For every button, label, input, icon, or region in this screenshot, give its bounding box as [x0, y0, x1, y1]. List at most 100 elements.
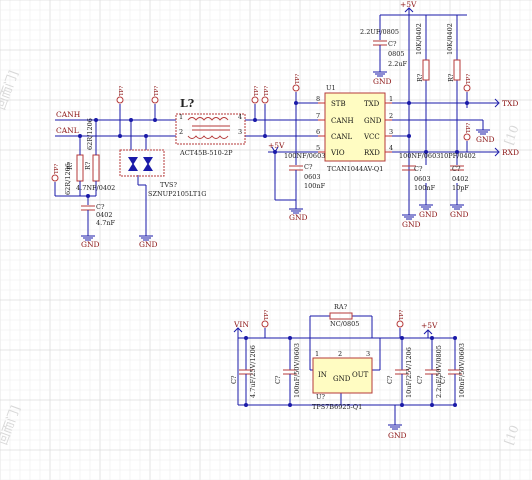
svg-text:ACT45B-510-2P: ACT45B-510-2P: [179, 149, 233, 157]
svg-text:5: 5: [316, 144, 320, 152]
svg-text:4: 4: [238, 113, 242, 121]
svg-text:100NF/0603: 100NF/0603: [399, 152, 440, 160]
p5v-power-bottom: +5V: [421, 321, 438, 335]
svg-text:0603: 0603: [414, 175, 431, 183]
svg-text:TXD: TXD: [364, 100, 380, 108]
test-point-label: TP?: [119, 86, 125, 96]
svg-text:4.7nF: 4.7nF: [96, 219, 116, 227]
svg-text:TVS?: TVS?: [160, 181, 177, 189]
svg-text:6: 6: [316, 128, 320, 136]
svg-text:U1: U1: [326, 84, 336, 92]
capacitor-split-4n7[interactable]: 4.7NF/0402 C? 0402 4.7nF: [76, 184, 116, 227]
svg-text:0805: 0805: [388, 50, 405, 58]
test-point-10[interactable]: TP?: [396, 310, 405, 328]
canl-net-label: CANL: [56, 126, 79, 135]
svg-text:NC/0805: NC/0805: [330, 320, 359, 328]
svg-text:VIO: VIO: [330, 149, 345, 157]
svg-text:1: 1: [315, 350, 319, 358]
gnd-symbol-rxd-b: GND: [450, 204, 469, 219]
gnd-symbol-vcc: GND: [402, 214, 421, 229]
capacitor-bottom-5[interactable]: C? 100nF/50V/0603: [439, 336, 466, 407]
u7-ldo-regulator[interactable]: IN GND OUT 1 2 3 U? TPS7B6925-Q1: [312, 350, 373, 411]
rxd-port[interactable]: RXD: [494, 147, 519, 157]
capacitor-bottom-value: 10uF/25V/1206: [405, 347, 413, 398]
test-point-8[interactable]: TP?: [463, 123, 472, 141]
svg-text:2: 2: [338, 350, 342, 358]
capacitor-bottom-ref: C?: [230, 375, 238, 384]
capacitor-bottom-value: 100nF/50V/0603: [458, 343, 466, 398]
svg-text:GND: GND: [373, 77, 392, 86]
svg-text:C?: C?: [414, 165, 423, 173]
capacitor-bottom-value: 4.7uF/25V/1206: [249, 345, 257, 398]
test-point-label: TP?: [264, 86, 270, 96]
resistor-62r-b[interactable]: R? 62R/1206: [84, 118, 100, 190]
svg-text:8: 8: [316, 95, 320, 103]
common-mode-choke[interactable]: 1 2 4 3 L? ACT45B-510-2P: [175, 97, 246, 157]
svg-text:10K/0402: 10K/0402: [446, 23, 454, 55]
svg-text:C?: C?: [388, 40, 397, 48]
svg-text:C?: C?: [96, 203, 105, 211]
svg-text:RXD: RXD: [364, 149, 380, 157]
canh-net-label: CANH: [56, 110, 81, 119]
test-point-label: TP?: [254, 86, 260, 96]
capacitor-bottom-2[interactable]: C? 100nF/50V/0603: [274, 336, 301, 407]
test-point-label: TP?: [466, 74, 472, 84]
svg-text:7: 7: [316, 112, 320, 120]
watermark-right: [10: [502, 123, 522, 147]
svg-text:R?: R?: [447, 73, 455, 82]
capacitor-bottom-ref: C?: [386, 375, 394, 384]
svg-text:GND: GND: [333, 375, 351, 383]
schematic-canvas: 回而门] 回而门] [10 [10 CANH CANL R? 62R/1206 …: [0, 0, 532, 480]
capacitor-bottom-ref: C?: [439, 375, 447, 384]
svg-text:+5V: +5V: [400, 0, 417, 9]
u1-can-transceiver[interactable]: STB CANH CANL VIO TXD GND VCC RXD 8 7 6 …: [316, 84, 393, 173]
svg-text:2: 2: [179, 128, 183, 136]
svg-text:TPS7B6925-Q1: TPS7B6925-Q1: [312, 403, 362, 411]
test-point-label: TP?: [399, 310, 405, 320]
capacitor-vcc[interactable]: 100NF/0603 C? 0603 100nF: [399, 152, 440, 192]
svg-text:3: 3: [366, 350, 370, 358]
test-point-label: TP?: [295, 74, 301, 84]
svg-text:2: 2: [389, 112, 393, 120]
gnd-symbol-top-cap: GND: [373, 71, 392, 86]
capacitor-bottom-value: 2.2uF/50V/0805: [435, 345, 443, 398]
svg-text:TCAN1044AV-Q1: TCAN1044AV-Q1: [327, 165, 383, 173]
svg-text:RXD: RXD: [502, 148, 519, 157]
gnd-symbol-tvs: GND: [139, 232, 158, 249]
svg-text:VCC: VCC: [363, 133, 380, 141]
test-point-label: TP?: [54, 164, 60, 174]
svg-text:GND: GND: [289, 213, 308, 222]
svg-text:100NF/0603: 100NF/0603: [284, 152, 325, 160]
test-point-1[interactable]: TP?: [51, 164, 60, 182]
svg-text:100nF: 100nF: [304, 182, 326, 190]
p5v-power-top: +5V: [400, 0, 417, 15]
svg-text:+5V: +5V: [421, 321, 438, 330]
capacitor-rxd[interactable]: 10PF/0402 C? 0402 10pF: [440, 152, 476, 192]
tvs-diode[interactable]: TVS? SZNUP2105LT1G: [119, 149, 207, 198]
svg-text:62R/1206: 62R/1206: [64, 163, 72, 195]
gnd-symbol-rxd-a: GND: [419, 204, 438, 219]
svg-text:GND: GND: [450, 210, 469, 219]
test-point-9[interactable]: TP?: [261, 310, 270, 328]
svg-text:CANH: CANH: [331, 117, 354, 125]
svg-text:4.7NF/0402: 4.7NF/0402: [76, 184, 115, 192]
resistor-pullup-rxd[interactable]: R? 10K/0402: [446, 23, 461, 82]
test-point-label: TP?: [264, 310, 270, 320]
svg-text:GND: GND: [476, 135, 495, 144]
svg-text:CANL: CANL: [331, 133, 353, 141]
capacitor-bottom-ref: C?: [274, 375, 282, 384]
svg-text:L?: L?: [180, 97, 194, 110]
svg-text:1: 1: [389, 95, 393, 103]
svg-text:3: 3: [238, 128, 242, 136]
svg-text:0603: 0603: [304, 173, 321, 181]
svg-text:R?: R?: [416, 73, 424, 82]
svg-text:STB: STB: [331, 100, 346, 108]
watermark-right-bottom: [10: [502, 423, 522, 447]
svg-text:2.2uF: 2.2uF: [388, 60, 408, 68]
resistor-pullup-txd[interactable]: R? 10K/0402: [415, 23, 430, 82]
capacitor-bottom-ref: C?: [416, 375, 424, 384]
svg-text:2.2UF/0805: 2.2UF/0805: [360, 28, 399, 36]
svg-text:GND: GND: [419, 210, 438, 219]
test-point-7[interactable]: TP?: [463, 74, 472, 92]
capacitor-bottom-1[interactable]: C? 4.7uF/25V/1206: [230, 336, 257, 407]
